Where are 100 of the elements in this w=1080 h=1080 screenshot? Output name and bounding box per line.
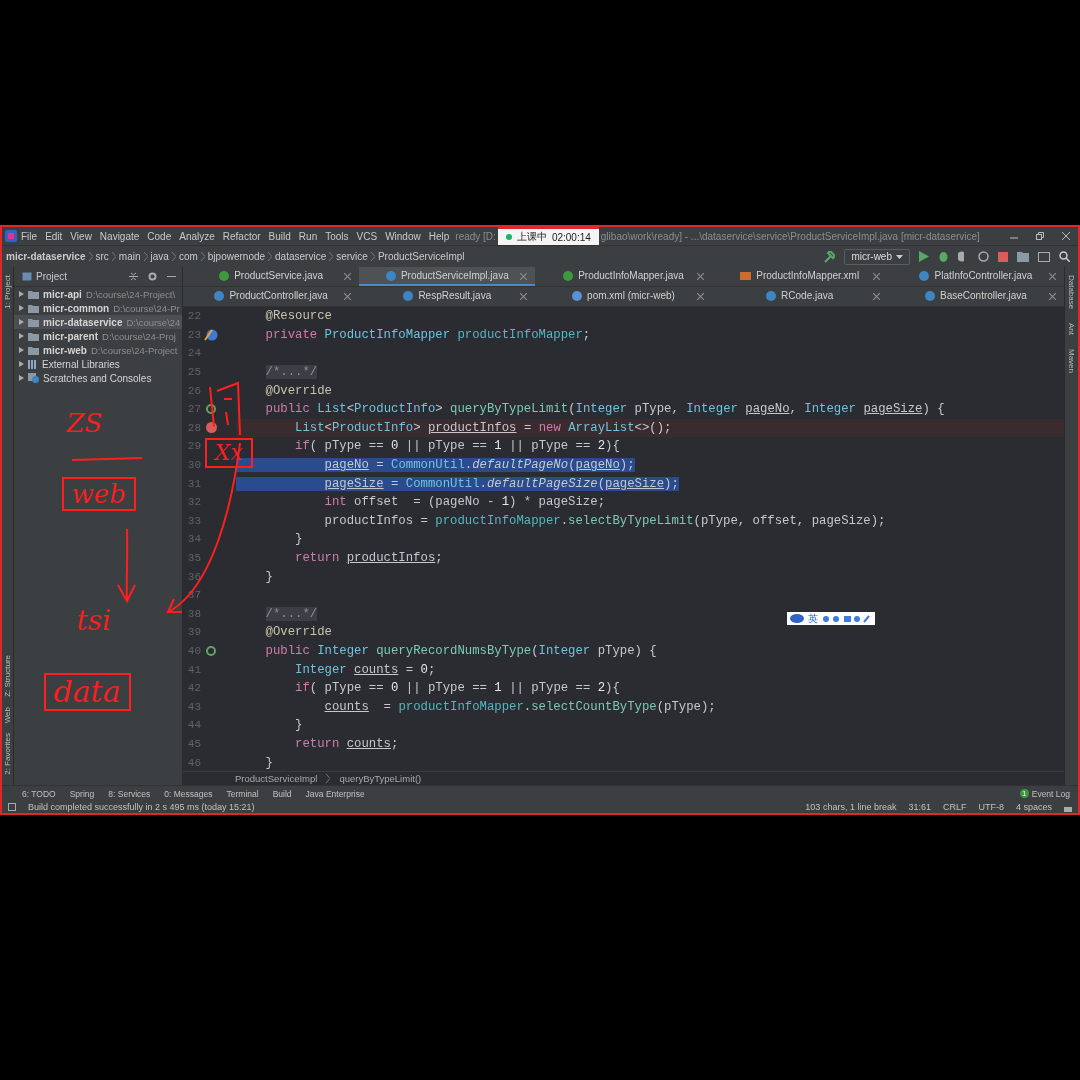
close-icon[interactable] xyxy=(344,273,352,280)
close-icon[interactable] xyxy=(872,273,880,280)
code-editor[interactable] xyxy=(183,307,1064,771)
status-item[interactable]: 4 spaces xyxy=(1015,802,1052,812)
tool-window-button[interactable]: Database xyxy=(1067,275,1076,310)
menu-item[interactable]: Analyze xyxy=(175,230,219,242)
menu-item[interactable]: Run xyxy=(294,230,322,242)
implements-icon[interactable] xyxy=(206,646,216,656)
breadcrumb-item[interactable]: ProductServiceImpl xyxy=(377,251,465,262)
status-toggle-icon[interactable] xyxy=(8,803,16,811)
editor-tab[interactable]: BaseController.java xyxy=(887,287,1064,306)
breadcrumb-item[interactable]: java xyxy=(150,251,169,262)
bean-icon[interactable] xyxy=(204,328,218,342)
menu-item[interactable]: VCS xyxy=(352,230,382,242)
run-configuration-dropdown[interactable]: micr-web xyxy=(844,248,910,265)
implements-icon[interactable] xyxy=(206,404,216,415)
project-tree-item[interactable]: micr-api D:\course\24-Project\ xyxy=(14,287,182,301)
tool-window-tab[interactable]: 6: TODO xyxy=(22,788,56,799)
close-icon[interactable] xyxy=(872,293,880,300)
project-tree-item[interactable]: micr-common D:\course\24-Pr xyxy=(14,301,182,315)
breadcrumb-item[interactable]: service xyxy=(336,251,368,262)
tool-window-tab[interactable]: 8: Services xyxy=(108,788,151,799)
breadcrumb-item[interactable]: src xyxy=(95,251,109,262)
restore-icon[interactable] xyxy=(1036,232,1044,240)
terminal-window-icon[interactable] xyxy=(1038,251,1050,262)
tool-window-button[interactable]: 2: Favorites xyxy=(3,733,12,775)
breadcrumb-item[interactable]: micr-dataservice xyxy=(6,251,86,262)
run-icon[interactable] xyxy=(919,251,929,262)
editor-tab[interactable]: ProductInfoMapper.xml xyxy=(711,267,888,286)
tool-window-button[interactable]: Ant xyxy=(1067,323,1076,336)
tool-window-tab[interactable]: Build xyxy=(272,788,292,799)
editor-tab[interactable]: ProductController.java xyxy=(183,287,360,306)
editor-breadcrumb[interactable]: queryByTypeLimit() xyxy=(339,773,422,784)
tool-window-tab[interactable]: Spring xyxy=(69,788,95,799)
expand-arrow-icon[interactable] xyxy=(19,291,24,297)
status-item[interactable]: UTF-8 xyxy=(978,802,1004,812)
search-icon[interactable] xyxy=(1059,251,1070,262)
close-icon[interactable] xyxy=(520,293,528,300)
editor-tab[interactable]: RCode.java xyxy=(711,287,888,306)
project-tree-item[interactable]: micr-parent D:\course\24-Proj xyxy=(14,329,182,343)
expand-arrow-icon[interactable] xyxy=(19,375,24,381)
tool-window-tab[interactable]: Terminal xyxy=(226,788,259,799)
close-icon[interactable] xyxy=(1049,293,1056,300)
menu-item[interactable]: Navigate xyxy=(95,230,144,242)
debug-icon[interactable] xyxy=(938,251,949,262)
menu-item[interactable]: Tools xyxy=(321,230,353,242)
tool-window-button[interactable]: Z: Structure xyxy=(3,655,12,697)
status-item[interactable]: 103 chars, 1 line break xyxy=(805,802,897,812)
chevron-icon xyxy=(268,252,273,261)
hammer-icon[interactable] xyxy=(823,250,836,263)
ime-language[interactable]: 英 xyxy=(808,611,818,626)
status-item[interactable]: CRLF xyxy=(942,802,967,812)
tool-window-button[interactable]: Maven xyxy=(1067,349,1076,374)
menu-item[interactable]: Window xyxy=(381,230,425,242)
close-icon[interactable] xyxy=(1062,232,1070,240)
expand-arrow-icon[interactable] xyxy=(19,347,24,353)
close-icon[interactable] xyxy=(696,293,704,300)
breadcrumb-item[interactable]: bjpowernode xyxy=(207,251,266,262)
menu-item[interactable]: File xyxy=(17,230,42,242)
folder-icon xyxy=(28,303,39,313)
project-tree-item[interactable]: Scratches and Consoles xyxy=(14,371,182,385)
editor-tab[interactable]: PlatInfoController.java xyxy=(887,267,1064,286)
close-icon[interactable] xyxy=(696,273,704,280)
editor-tab[interactable]: ProductInfoMapper.java xyxy=(535,267,712,286)
close-icon[interactable] xyxy=(344,293,352,300)
panel-title[interactable]: Project xyxy=(36,271,68,282)
editor-tab[interactable]: ProductService.java xyxy=(183,267,360,286)
stop-icon[interactable] xyxy=(998,251,1008,262)
editor-tab[interactable]: ProductServiceImpl.java xyxy=(359,267,536,286)
menu-item[interactable]: Refactor xyxy=(218,230,265,242)
close-icon[interactable] xyxy=(1049,273,1056,280)
breadcrumb-item[interactable]: com xyxy=(178,251,198,262)
expand-arrow-icon[interactable] xyxy=(19,333,24,339)
menu-item[interactable]: Code xyxy=(143,230,176,242)
editor-tab[interactable]: pom.xml (micr-web) xyxy=(535,287,712,306)
menu-item[interactable]: Build xyxy=(264,230,295,242)
menu-item[interactable]: View xyxy=(66,230,96,242)
collapse-all-icon[interactable] xyxy=(129,272,138,281)
expand-arrow-icon[interactable] xyxy=(19,361,24,367)
expand-arrow-icon[interactable] xyxy=(19,319,24,325)
project-tree-item[interactable]: micr-web D:\course\24-Project xyxy=(14,343,182,357)
tool-window-tab[interactable]: 0: Messages xyxy=(164,788,213,799)
project-tree-item[interactable]: External Libraries xyxy=(14,357,182,371)
status-item[interactable]: 31:61 xyxy=(908,802,931,812)
project-tree-item[interactable]: micr-dataservice D:\course\24 xyxy=(14,315,182,329)
menu-item[interactable]: Edit xyxy=(41,230,67,242)
project-structure-icon[interactable] xyxy=(1017,251,1029,262)
tool-window-button[interactable]: 1: Project xyxy=(3,275,12,309)
editor-tab[interactable]: RespResult.java xyxy=(359,287,536,306)
expand-arrow-icon[interactable] xyxy=(19,305,24,311)
breakpoint-icon[interactable] xyxy=(205,422,217,434)
settings-icon[interactable] xyxy=(148,272,157,281)
breadcrumb-item[interactable]: dataservice xyxy=(275,251,327,262)
tool-window-tab[interactable]: Java Enterprise xyxy=(305,788,365,799)
editor-breadcrumb[interactable]: ProductServiceImpl xyxy=(235,773,318,784)
breadcrumb-item[interactable]: main xyxy=(118,251,141,262)
profiler-icon[interactable] xyxy=(978,251,989,262)
tool-window-button[interactable]: Web xyxy=(3,706,12,724)
chevron-icon xyxy=(143,252,148,261)
menu-item[interactable]: Help xyxy=(424,230,454,242)
